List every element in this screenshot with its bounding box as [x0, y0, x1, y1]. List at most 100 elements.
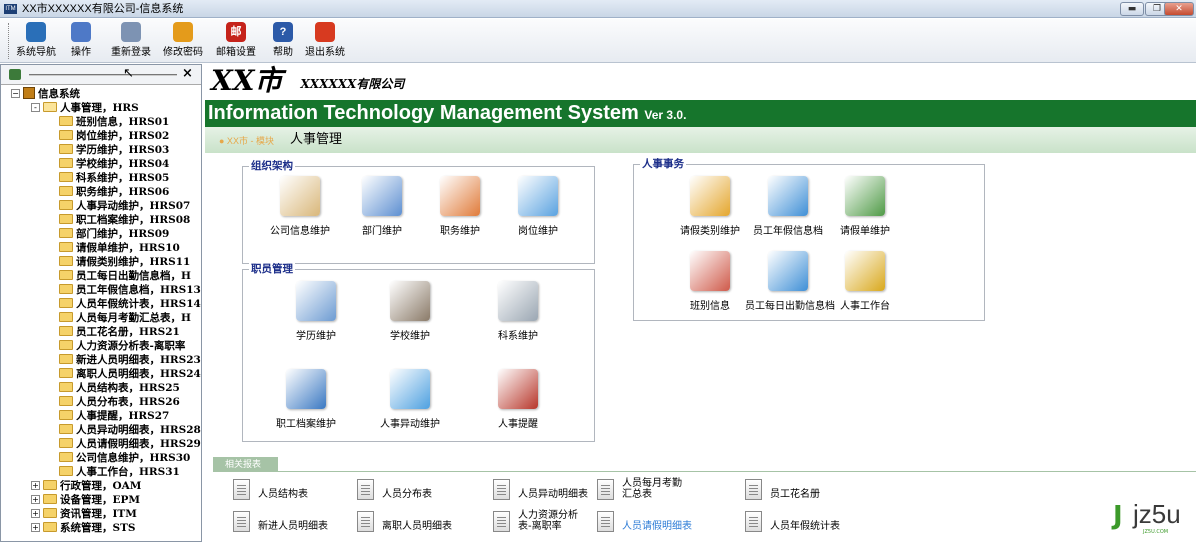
tree-group-node[interactable]: + 设备管理，EPM — [31, 493, 140, 507]
tree-root[interactable]: − 信息系统 — [11, 87, 80, 101]
close-button[interactable]: ✕ — [1164, 2, 1194, 16]
tree-node[interactable]: 人员结构表，HRS25 — [59, 381, 180, 395]
tree-node[interactable]: 人员请假明细表，HRS29 — [59, 437, 201, 451]
folder-icon — [59, 340, 73, 350]
folder-icon — [59, 410, 73, 420]
expand-icon[interactable]: + — [31, 523, 40, 532]
module-label: 班别信息 — [690, 301, 730, 312]
folder-icon — [59, 130, 73, 140]
tree-node-label: 员工年假信息档，HRS13 — [76, 284, 201, 296]
tree-node[interactable]: 班别信息，HRS01 — [59, 115, 169, 129]
report-document-icon — [597, 511, 614, 532]
module-hr-workbench[interactable]: 人事工作台 — [822, 251, 908, 312]
tree-node-label: 学校维护，HRS04 — [76, 158, 170, 170]
module-label: 请假单维护 — [840, 226, 890, 237]
module-post[interactable]: 岗位维护 — [495, 176, 581, 237]
tree-node[interactable]: 离职人员明细表，HRS24 — [59, 367, 201, 381]
tree-node[interactable]: 人员每月考勤汇总表，H — [59, 311, 191, 325]
module-leave-type[interactable]: 请假类别维护 — [667, 176, 753, 237]
tree-node-label: 请假类别维护，HRS11 — [76, 256, 191, 268]
tree-node[interactable]: 人事异动维护，HRS07 — [59, 199, 190, 213]
calendar-reminder-icon — [498, 369, 538, 409]
book-icon — [23, 87, 35, 99]
tree-group-node[interactable]: + 资讯管理，ITM — [31, 507, 137, 521]
tree-node[interactable]: 科系维护，HRS05 — [59, 171, 169, 185]
breadcrumb: ● XX市 - 模块 — [219, 136, 274, 146]
toolbar-button-2[interactable]: 重新登录 — [106, 22, 156, 60]
module-calendar-reminder[interactable]: 人事提醒 — [475, 369, 561, 430]
module-position[interactable]: 职务维护 — [417, 176, 503, 237]
tree-node[interactable]: 人员年假统计表，HRS14 — [59, 297, 201, 311]
module-company-info[interactable]: 公司信息维护 — [257, 176, 343, 237]
expand-icon[interactable]: + — [31, 481, 40, 490]
tree-splitter[interactable] — [29, 74, 177, 76]
report-document-icon — [745, 511, 762, 532]
tree-group-node[interactable]: + 系统管理，STS — [31, 521, 135, 535]
module-department-subject[interactable]: 科系维护 — [475, 281, 561, 342]
collapse-icon[interactable]: - — [31, 103, 40, 112]
tree-node-label: 班别信息，HRS01 — [76, 116, 170, 128]
module-shift-info[interactable]: 班别信息 — [667, 251, 753, 312]
toolbar-button-1[interactable]: 操作 — [64, 22, 98, 60]
tree-node-label: 员工花名册，HRS21 — [76, 326, 180, 338]
tree-node[interactable]: 人力资源分析表-离职率 — [59, 339, 185, 353]
education-icon — [296, 281, 336, 321]
annual-leave-icon — [768, 176, 808, 216]
module-department[interactable]: 部门维护 — [339, 176, 425, 237]
tree-node-label: 部门维护，HRS09 — [76, 228, 170, 240]
system-banner: Information Technology Management System… — [205, 100, 1196, 127]
tree-node[interactable]: 请假单维护，HRS10 — [59, 241, 180, 255]
report-label: 人员分布表 — [382, 489, 432, 500]
close-tree-icon[interactable]: × — [182, 67, 193, 81]
toolbar-label: 系统导航 — [16, 47, 56, 58]
toolbar-button-4[interactable]: 邮邮箱设置 — [212, 22, 260, 60]
expand-icon[interactable]: + — [31, 495, 40, 504]
minimize-button[interactable]: ▬ — [1120, 2, 1144, 16]
tree-gear-icon[interactable] — [9, 69, 21, 80]
tree-node-label: 人员年假统计表，HRS14 — [76, 298, 201, 310]
toolbar-button-5[interactable]: ? 帮助 — [270, 22, 296, 60]
tree-node[interactable]: 岗位维护，HRS02 — [59, 129, 169, 143]
module-leave-form[interactable]: 请假单维护 — [822, 176, 908, 237]
tree-node[interactable]: 人事工作台，HRS31 — [59, 465, 180, 479]
tree-node[interactable]: 学历维护，HRS03 — [59, 143, 169, 157]
module-education[interactable]: 学历维护 — [273, 281, 359, 342]
tree-node-label: 系统管理，STS — [60, 522, 136, 534]
folder-icon — [59, 382, 73, 392]
module-annual-leave[interactable]: 员工年假信息档 — [745, 176, 831, 237]
tree-node[interactable]: 员工花名册，HRS21 — [59, 325, 180, 339]
tree-node[interactable]: 人员异动明细表，HRS28 — [59, 423, 201, 437]
tree-node-label: 人事提醒，HRS27 — [76, 410, 170, 422]
tree-group-node[interactable]: + 行政管理，OAM — [31, 479, 141, 493]
report-document-icon — [233, 479, 250, 500]
collapse-icon[interactable]: − — [11, 89, 20, 98]
toolbar-button-6[interactable]: 退出系统 — [302, 22, 348, 60]
module-daily-attendance[interactable]: 员工每日出勤信息档 — [745, 251, 835, 312]
tree-node[interactable]: 公司信息维护，HRS30 — [59, 451, 190, 465]
tree-node[interactable]: 员工年假信息档，HRS13 — [59, 283, 201, 297]
tree-node[interactable]: 学校维护，HRS04 — [59, 157, 169, 171]
module-school[interactable]: 学校维护 — [367, 281, 453, 342]
expand-icon[interactable]: + — [31, 509, 40, 518]
tree-node[interactable]: 职工档案维护，HRS08 — [59, 213, 190, 227]
tree-node[interactable]: 请假类别维护，HRS11 — [59, 255, 190, 269]
group-title: 职员管理 — [249, 262, 295, 276]
navigation-tree-panel: ↖ × − 信息系统 - 人事管理，HRS 班别信息，HRS01 岗位维护，HRS02 学… — [0, 64, 202, 542]
toolbar-button-3[interactable]: 修改密码 — [160, 22, 206, 60]
watermark-subtext: JZ5U.COM — [1143, 529, 1169, 535]
tree-node-label: 人力资源分析表-离职率 — [76, 340, 186, 352]
tree-node[interactable]: 员工每日出勤信息档，H — [59, 269, 191, 283]
tree-node[interactable]: 职务维护，HRS06 — [59, 185, 169, 199]
folder-icon — [59, 368, 73, 378]
tree-node[interactable]: 人事提醒，HRS27 — [59, 409, 169, 423]
module-personnel-change[interactable]: 人事异动维护 — [367, 369, 453, 430]
tree-node-label: 职务维护，HRS06 — [76, 186, 170, 198]
folder-icon — [59, 452, 73, 462]
tree-group-node[interactable]: - 人事管理，HRS — [31, 101, 139, 115]
tree-node[interactable]: 新进人员明细表，HRS23 — [59, 353, 201, 367]
tree-node[interactable]: 部门维护，HRS09 — [59, 227, 169, 241]
toolbar-button-0[interactable]: 系统导航 — [14, 22, 58, 60]
module-employee-file[interactable]: 职工档案维护 — [263, 369, 349, 430]
tree-node-label: 人事工作台，HRS31 — [76, 466, 180, 478]
tree-node[interactable]: 人员分布表，HRS26 — [59, 395, 180, 409]
